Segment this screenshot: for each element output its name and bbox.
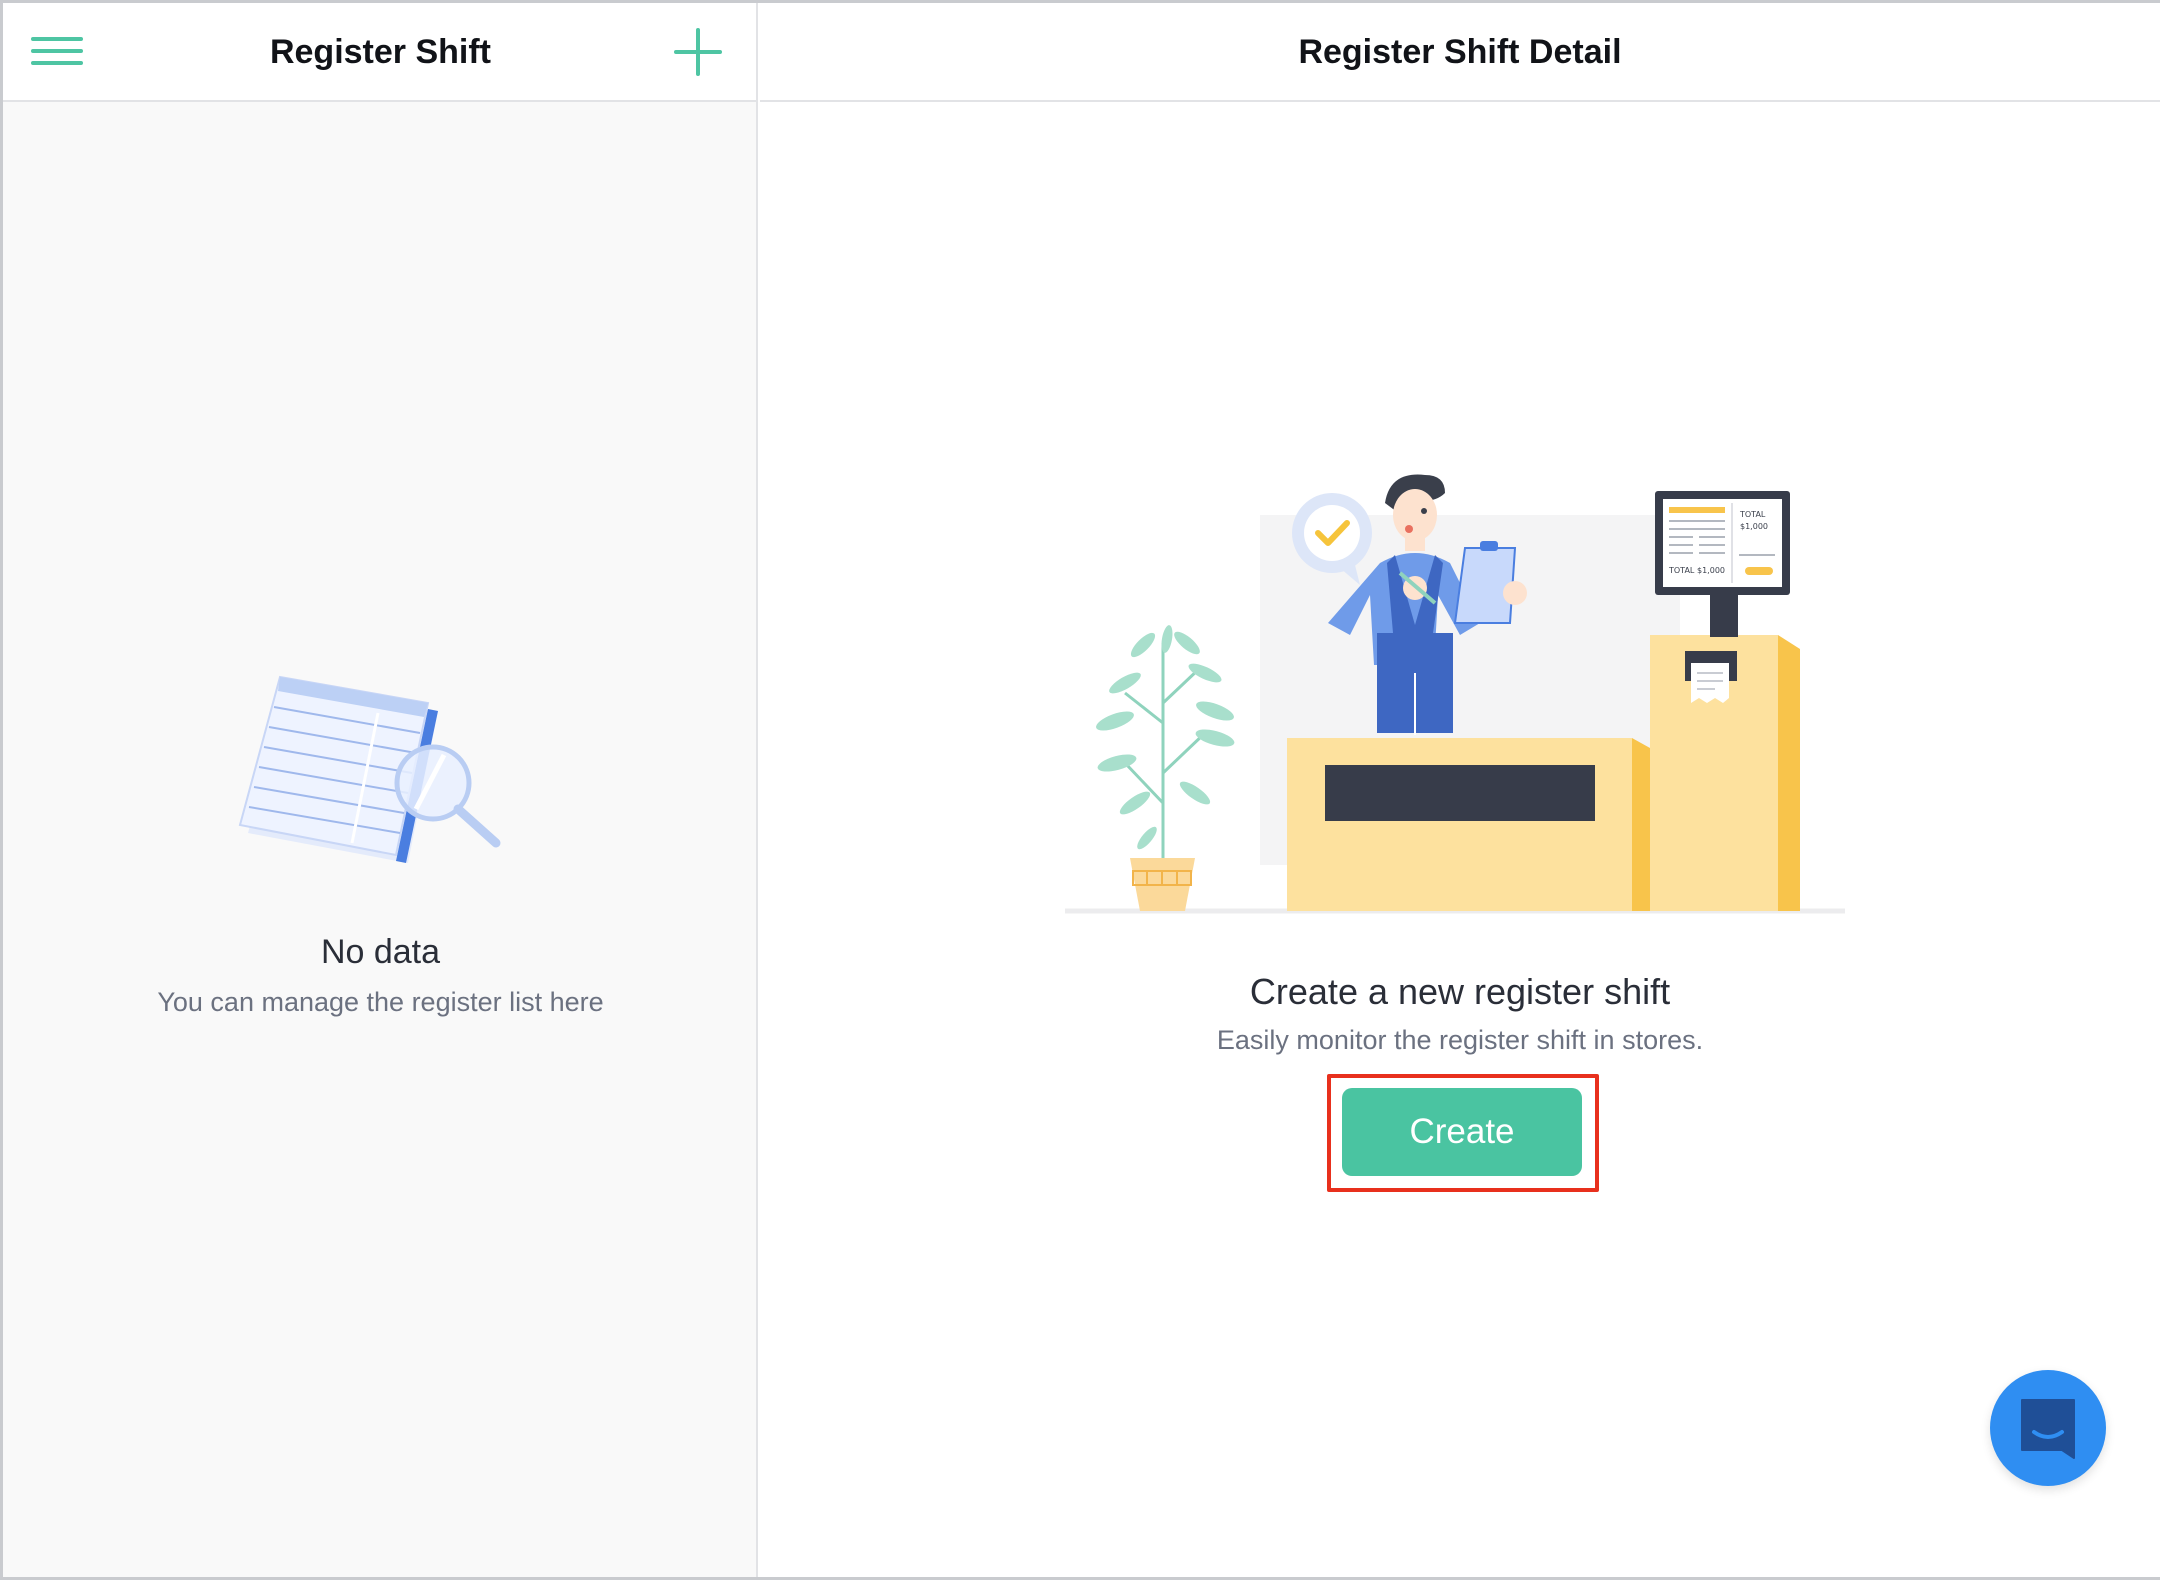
- receipt-total-label-2: TOTAL: [1668, 566, 1695, 575]
- chat-button[interactable]: [1990, 1370, 2106, 1486]
- receipt-amount-2: $1,000: [1697, 566, 1725, 575]
- page-title: Register Shift: [269, 33, 492, 71]
- register-list-pane: Register Shift No data You can manage th…: [3, 3, 758, 1577]
- detail-header: Register Shift Detail: [760, 3, 2160, 102]
- empty-state-subtitle: Easily monitor the register shift in sto…: [1216, 1025, 1704, 1055]
- list-header: Register Shift: [3, 3, 756, 102]
- receipt-total-label-1: TOTAL: [1739, 510, 1766, 519]
- document-search-illustration: [238, 673, 508, 873]
- register-detail-pane: Register Shift Detail TOTAL $1,000 TOTAL…: [760, 3, 2160, 1577]
- empty-state-title: No data: [320, 933, 441, 971]
- plus-icon[interactable]: [673, 27, 723, 77]
- cashier-register-illustration: TOTAL $1,000 TOTAL $1,000: [1055, 473, 1855, 918]
- chat-bubble-icon: [2021, 1399, 2075, 1459]
- create-button[interactable]: Create: [1342, 1088, 1582, 1176]
- detail-title: Register Shift Detail: [1298, 33, 1622, 71]
- app-window: Register Shift No data You can manage th…: [0, 0, 2160, 1580]
- receipt-amount-1: $1,000: [1740, 522, 1768, 531]
- empty-state-title: Create a new register shift: [1249, 971, 1671, 1012]
- hamburger-menu-icon[interactable]: [31, 31, 83, 71]
- empty-state-subtitle: You can manage the register list here: [157, 987, 604, 1017]
